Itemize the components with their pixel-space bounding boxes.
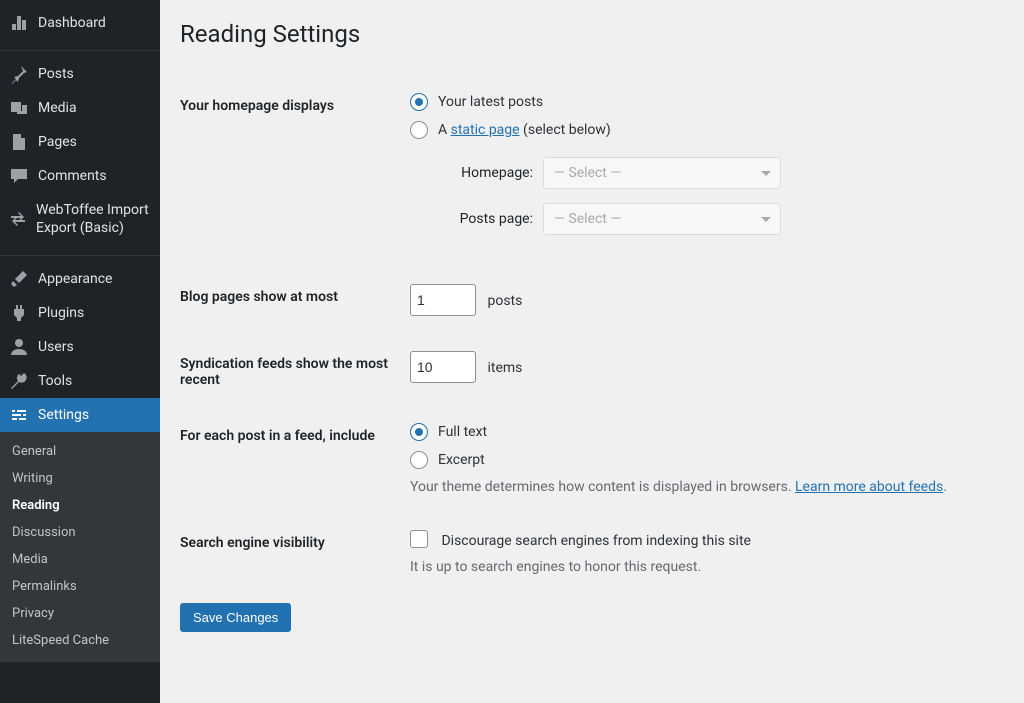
radio-static-page[interactable]: A static page (select below) (410, 121, 994, 139)
plugin-icon (8, 304, 30, 322)
settings-form: Your homepage displays Your latest posts… (180, 78, 1004, 595)
submenu-item-discussion[interactable]: Discussion (0, 519, 160, 546)
homepage-select-label: Homepage: (438, 165, 533, 181)
dashboard-icon (8, 14, 30, 32)
submenu-item-reading[interactable]: Reading (0, 492, 160, 519)
row-label-visibility: Search engine visibility (180, 515, 410, 595)
radio-icon (410, 93, 428, 111)
row-label-homepage: Your homepage displays (180, 78, 410, 269)
radio-label: Your latest posts (438, 94, 543, 110)
sidebar-item-label: Pages (38, 133, 77, 151)
sidebar-item-plugins[interactable]: Plugins (0, 296, 160, 330)
sidebar-item-settings[interactable]: Settings (0, 398, 160, 432)
sidebar-item-label: Tools (38, 372, 72, 390)
static-page-selects: Homepage: — Select — Posts page: — Selec… (438, 157, 994, 235)
sidebar-item-pages[interactable]: Pages (0, 125, 160, 159)
submenu-item-litespeed[interactable]: LiteSpeed Cache (0, 627, 160, 654)
sidebar-separator (0, 250, 160, 256)
sidebar-item-posts[interactable]: Posts (0, 57, 160, 91)
checkbox-discourage[interactable]: Discourage search engines from indexing … (410, 533, 751, 549)
feedcontent-note: Your theme determines how content is dis… (410, 479, 994, 495)
sidebar-item-label: Posts (38, 65, 74, 83)
migrate-icon (8, 210, 28, 228)
row-label-feeds: Syndication feeds show the most recent (180, 336, 410, 408)
row-label-blogpages: Blog pages show at most (180, 269, 410, 336)
sidebar-item-webtoffee[interactable]: WebToffee Import Export (Basic) (0, 193, 160, 245)
blogpages-input[interactable] (410, 284, 476, 316)
page-icon (8, 133, 30, 151)
submenu-item-privacy[interactable]: Privacy (0, 600, 160, 627)
radio-label: Full text (438, 424, 487, 440)
media-icon (8, 99, 30, 117)
radio-icon (410, 423, 428, 441)
submenu-item-general[interactable]: General (0, 438, 160, 465)
sidebar-item-appearance[interactable]: Appearance (0, 262, 160, 296)
sidebar-item-users[interactable]: Users (0, 330, 160, 364)
settings-icon (8, 406, 30, 424)
comment-icon (8, 167, 30, 185)
visibility-note: It is up to search engines to honor this… (410, 559, 994, 575)
sidebar-item-label: Settings (38, 406, 89, 424)
postspage-select[interactable]: — Select — (543, 203, 781, 235)
checkbox-icon (410, 530, 428, 548)
content-area: Reading Settings Your homepage displays … (160, 0, 1024, 703)
save-changes-button[interactable]: Save Changes (180, 603, 291, 632)
submenu-item-media[interactable]: Media (0, 546, 160, 573)
row-label-feedcontent: For each post in a feed, include (180, 408, 410, 515)
sidebar-item-label: Media (38, 99, 77, 117)
feeds-input[interactable] (410, 351, 476, 383)
radio-label: A static page (select below) (438, 122, 611, 138)
user-icon (8, 338, 30, 356)
checkbox-label: Discourage search engines from indexing … (441, 533, 750, 549)
sidebar-item-label: WebToffee Import Export (Basic) (36, 201, 150, 237)
homepage-select[interactable]: — Select — (543, 157, 781, 189)
brush-icon (8, 270, 30, 288)
settings-submenu: General Writing Reading Discussion Media… (0, 432, 160, 662)
feeds-unit: items (487, 360, 522, 376)
sidebar-item-comments[interactable]: Comments (0, 159, 160, 193)
radio-icon (410, 121, 428, 139)
sidebar-item-label: Dashboard (38, 14, 106, 32)
submenu-item-permalinks[interactable]: Permalinks (0, 573, 160, 600)
sidebar-item-label: Users (38, 338, 74, 356)
radio-full-text[interactable]: Full text (410, 423, 994, 441)
sidebar-separator (0, 45, 160, 51)
postspage-select-label: Posts page: (438, 211, 533, 227)
sidebar-item-label: Appearance (38, 270, 112, 288)
pin-icon (8, 65, 30, 83)
sidebar-item-media[interactable]: Media (0, 91, 160, 125)
sidebar-item-tools[interactable]: Tools (0, 364, 160, 398)
sidebar-item-dashboard[interactable]: Dashboard (0, 6, 160, 40)
submenu-item-writing[interactable]: Writing (0, 465, 160, 492)
tool-icon (8, 372, 30, 390)
page-title: Reading Settings (180, 20, 1004, 48)
radio-icon (410, 451, 428, 469)
radio-label: Excerpt (438, 452, 485, 468)
radio-latest-posts[interactable]: Your latest posts (410, 93, 994, 111)
sidebar-item-label: Plugins (38, 304, 84, 322)
learn-more-feeds-link[interactable]: Learn more about feeds (795, 479, 943, 495)
admin-sidebar: Dashboard Posts Media Pages Comments Web… (0, 0, 160, 703)
radio-excerpt[interactable]: Excerpt (410, 451, 994, 469)
blogpages-unit: posts (487, 293, 522, 309)
sidebar-item-label: Comments (38, 167, 107, 185)
static-page-link[interactable]: static page (451, 122, 520, 138)
